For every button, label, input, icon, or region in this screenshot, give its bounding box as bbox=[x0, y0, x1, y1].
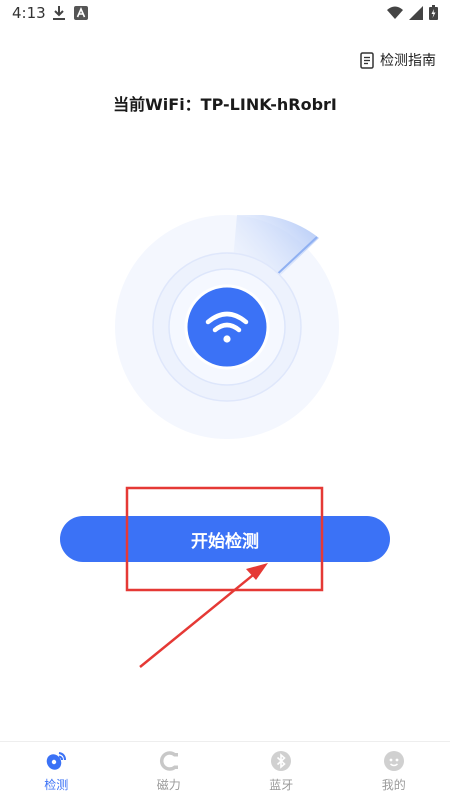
battery-icon bbox=[429, 5, 438, 20]
annotation-arrowhead bbox=[246, 563, 268, 580]
radar-graphic bbox=[115, 215, 339, 439]
radar-icon bbox=[46, 751, 67, 770]
nav-label-detect: 检测 bbox=[44, 777, 69, 792]
magnet-icon bbox=[159, 750, 178, 771]
status-time: 4:13 bbox=[12, 4, 46, 22]
guide-link[interactable]: 检测指南 bbox=[360, 50, 436, 70]
nav-item-profile[interactable]: 我的 bbox=[338, 742, 450, 800]
nav-label-magnet: 磁力 bbox=[156, 777, 181, 792]
download-icon bbox=[53, 6, 65, 20]
nav-item-bluetooth[interactable]: 蓝牙 bbox=[225, 742, 338, 800]
start-detection-button[interactable]: 开始检测 bbox=[60, 516, 390, 562]
bluetooth-icon bbox=[271, 750, 292, 771]
bottom-nav: 检测 磁力 蓝牙 我的 bbox=[0, 741, 450, 800]
wifi-title: 当前WiFi：TP-LINK-hRobrI bbox=[113, 95, 337, 114]
profile-icon bbox=[383, 750, 404, 771]
annotation-arrow bbox=[139, 570, 259, 668]
nav-label-profile: 我的 bbox=[381, 777, 406, 792]
app-a-icon bbox=[74, 6, 88, 20]
document-icon bbox=[360, 51, 374, 69]
status-bar: 4:13 bbox=[0, 0, 450, 28]
signal-icon bbox=[409, 5, 423, 20]
nav-item-detect[interactable]: 检测 bbox=[0, 742, 113, 800]
nav-item-magnet[interactable]: 磁力 bbox=[113, 742, 226, 800]
wifi-icon bbox=[387, 6, 403, 19]
nav-label-bluetooth: 蓝牙 bbox=[269, 777, 294, 792]
guide-label: 检测指南 bbox=[380, 53, 436, 69]
